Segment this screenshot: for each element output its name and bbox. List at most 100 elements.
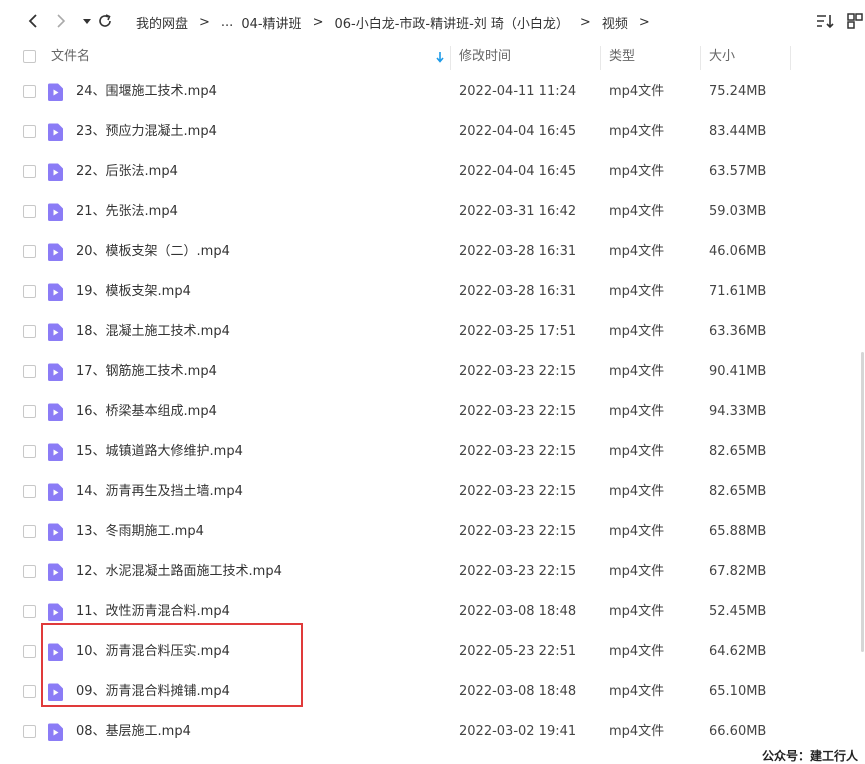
file-name[interactable]: 19、模板支架.mp4	[76, 272, 191, 312]
file-name[interactable]: 09、沥青混合料摊铺.mp4	[76, 672, 230, 712]
file-modified: 2022-03-23 22:15	[459, 564, 577, 579]
row-checkbox[interactable]	[23, 245, 36, 258]
file-row[interactable]: 20、模板支架（二）.mp4 2022-03-28 16:31 mp4文件 46.06…	[0, 232, 865, 272]
breadcrumb-item-course[interactable]: 04-精讲班	[241, 13, 301, 32]
toolbar: 我的网盘 > ... 04-精讲班 > 06-小白龙-市政-精讲班-刘 琦（小白…	[0, 0, 865, 42]
column-header-name[interactable]: 文件名	[51, 42, 90, 72]
file-row[interactable]: 10、沥青混合料压实.mp4 2022-05-23 22:51 mp4文件 64.62…	[0, 632, 865, 672]
file-type: mp4文件	[609, 244, 665, 259]
file-size: 46.06MB	[709, 244, 767, 259]
column-divider[interactable]	[700, 46, 701, 70]
scrollbar[interactable]	[860, 72, 865, 763]
file-modified: 2022-03-08 18:48	[459, 604, 577, 619]
file-name[interactable]: 20、模板支架（二）.mp4	[76, 232, 230, 272]
back-button[interactable]	[22, 10, 44, 32]
file-type: mp4文件	[609, 324, 665, 339]
row-checkbox[interactable]	[23, 405, 36, 418]
file-name[interactable]: 16、桥梁基本组成.mp4	[76, 392, 217, 432]
row-checkbox[interactable]	[23, 365, 36, 378]
row-checkbox[interactable]	[23, 645, 36, 658]
row-checkbox[interactable]	[23, 445, 36, 458]
row-checkbox[interactable]	[23, 205, 36, 218]
file-name[interactable]: 23、预应力混凝土.mp4	[76, 112, 217, 152]
file-name[interactable]: 10、沥青混合料压实.mp4	[76, 632, 230, 672]
file-name[interactable]: 12、水泥混凝土路面施工技术.mp4	[76, 552, 282, 592]
column-divider[interactable]	[450, 46, 451, 70]
column-header-size[interactable]: 大小	[709, 42, 735, 72]
file-name[interactable]: 15、城镇道路大修维护.mp4	[76, 432, 243, 472]
file-row[interactable]: 08、基层施工.mp4 2022-03-02 19:41 mp4文件 66.60MB	[0, 712, 865, 752]
column-divider[interactable]	[790, 46, 791, 70]
scrollbar-thumb[interactable]	[861, 352, 864, 652]
file-modified: 2022-03-23 22:15	[459, 484, 577, 499]
file-modified: 2022-03-23 22:15	[459, 364, 577, 379]
file-row[interactable]: 18、混凝土施工技术.mp4 2022-03-25 17:51 mp4文件 63.36…	[0, 312, 865, 352]
file-row[interactable]: 15、城镇道路大修维护.mp4 2022-03-23 22:15 mp4文件 82.6…	[0, 432, 865, 472]
file-modified: 2022-04-11 11:24	[459, 84, 577, 99]
video-file-icon	[48, 603, 63, 621]
file-size: 52.45MB	[709, 604, 767, 619]
row-checkbox[interactable]	[23, 165, 36, 178]
breadcrumb-item-current[interactable]: 视频	[602, 13, 628, 32]
file-modified: 2022-03-23 22:15	[459, 404, 577, 419]
breadcrumb-separator: >	[312, 14, 324, 30]
file-row[interactable]: 14、沥青再生及挡土墙.mp4 2022-03-23 22:15 mp4文件 82.6…	[0, 472, 865, 512]
row-checkbox[interactable]	[23, 285, 36, 298]
file-row[interactable]: 16、桥梁基本组成.mp4 2022-03-23 22:15 mp4文件 94.33M…	[0, 392, 865, 432]
grid-view-icon	[847, 13, 863, 29]
file-modified: 2022-03-28 16:31	[459, 244, 577, 259]
file-size: 82.65MB	[709, 484, 767, 499]
row-checkbox[interactable]	[23, 685, 36, 698]
file-type: mp4文件	[609, 404, 665, 419]
select-all-checkbox[interactable]	[23, 50, 36, 63]
view-mode-button[interactable]	[845, 11, 865, 31]
file-type: mp4文件	[609, 644, 665, 659]
row-checkbox[interactable]	[23, 125, 36, 138]
refresh-button[interactable]	[94, 10, 116, 32]
video-file-icon	[48, 643, 63, 661]
breadcrumb-item-root[interactable]: 我的网盘	[136, 13, 188, 32]
row-checkbox[interactable]	[23, 325, 36, 338]
row-checkbox[interactable]	[23, 525, 36, 538]
row-checkbox[interactable]	[23, 85, 36, 98]
row-checkbox[interactable]	[23, 485, 36, 498]
file-name[interactable]: 24、围堰施工技术.mp4	[76, 72, 217, 112]
file-row[interactable]: 17、钢筋施工技术.mp4 2022-03-23 22:15 mp4文件 90.41M…	[0, 352, 865, 392]
row-checkbox[interactable]	[23, 565, 36, 578]
breadcrumb-item-ellipsis[interactable]: ...	[221, 15, 233, 30]
breadcrumb-separator: >	[638, 14, 650, 30]
file-name[interactable]: 13、冬雨期施工.mp4	[76, 512, 204, 552]
sort-arrow-down-icon[interactable]	[435, 51, 445, 63]
sort-order-button[interactable]	[815, 11, 835, 31]
file-type: mp4文件	[609, 724, 665, 739]
file-row[interactable]: 24、围堰施工技术.mp4 2022-04-11 11:24 mp4文件 75.24M…	[0, 72, 865, 112]
sort-list-icon	[817, 15, 834, 29]
file-row[interactable]: 21、先张法.mp4 2022-03-31 16:42 mp4文件 59.03MB	[0, 192, 865, 232]
video-file-icon	[48, 403, 63, 421]
video-file-icon	[48, 203, 63, 221]
file-name[interactable]: 11、改性沥青混合料.mp4	[76, 592, 230, 632]
video-file-icon	[48, 83, 63, 101]
file-row[interactable]: 22、后张法.mp4 2022-04-04 16:45 mp4文件 63.57MB	[0, 152, 865, 192]
file-name[interactable]: 08、基层施工.mp4	[76, 712, 191, 752]
file-row[interactable]: 23、预应力混凝土.mp4 2022-04-04 16:45 mp4文件 83.44M…	[0, 112, 865, 152]
video-file-icon	[48, 483, 63, 501]
breadcrumb-item-folder[interactable]: 06-小白龙-市政-精讲班-刘 琦（小白龙）	[334, 13, 568, 32]
file-row[interactable]: 19、模板支架.mp4 2022-03-28 16:31 mp4文件 71.61MB	[0, 272, 865, 312]
column-header-modified[interactable]: 修改时间	[459, 42, 511, 72]
file-row[interactable]: 11、改性沥青混合料.mp4 2022-03-08 18:48 mp4文件 52.45…	[0, 592, 865, 632]
column-divider[interactable]	[600, 46, 601, 70]
file-name[interactable]: 22、后张法.mp4	[76, 152, 178, 192]
file-name[interactable]: 14、沥青再生及挡土墙.mp4	[76, 472, 243, 512]
file-name[interactable]: 18、混凝土施工技术.mp4	[76, 312, 230, 352]
row-checkbox[interactable]	[23, 725, 36, 738]
file-row[interactable]: 13、冬雨期施工.mp4 2022-03-23 22:15 mp4文件 65.88MB	[0, 512, 865, 552]
column-header-type[interactable]: 类型	[609, 42, 635, 72]
file-name[interactable]: 21、先张法.mp4	[76, 192, 178, 232]
forward-button[interactable]	[50, 10, 72, 32]
file-name[interactable]: 17、钢筋施工技术.mp4	[76, 352, 217, 392]
file-type: mp4文件	[609, 364, 665, 379]
file-row[interactable]: 09、沥青混合料摊铺.mp4 2022-03-08 18:48 mp4文件 65.10…	[0, 672, 865, 712]
row-checkbox[interactable]	[23, 605, 36, 618]
file-row[interactable]: 12、水泥混凝土路面施工技术.mp4 2022-03-23 22:15 mp4文件 6…	[0, 552, 865, 592]
